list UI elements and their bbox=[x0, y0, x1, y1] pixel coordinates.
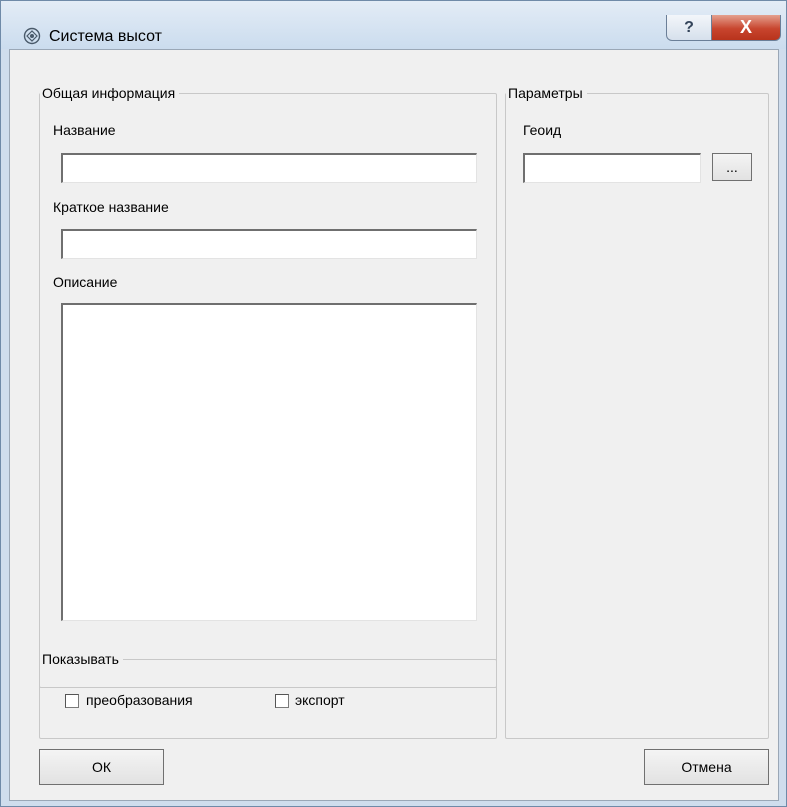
browse-label: ... bbox=[726, 159, 738, 175]
ok-button-label: ОК bbox=[91, 759, 112, 775]
geoid-label: Геоид bbox=[523, 122, 562, 138]
export-checkbox[interactable] bbox=[275, 694, 289, 708]
name-label: Название bbox=[53, 122, 116, 138]
geoid-input[interactable] bbox=[523, 153, 701, 183]
description-label: Описание bbox=[53, 274, 118, 290]
close-icon: X bbox=[739, 17, 752, 37]
short-name-label: Краткое название bbox=[53, 199, 169, 215]
general-info-legend: Общая информация bbox=[40, 84, 180, 102]
window-title: Система высот bbox=[49, 28, 162, 45]
dialog-body: Общая информация Название Краткое назван… bbox=[9, 49, 779, 801]
geoid-browse-button[interactable]: ... bbox=[712, 153, 752, 181]
cancel-button-label: Отмена bbox=[681, 759, 732, 775]
transform-checkbox-label[interactable]: преобразования bbox=[86, 692, 193, 708]
cancel-button[interactable]: Отмена bbox=[644, 749, 769, 785]
help-button[interactable]: ? bbox=[666, 15, 712, 41]
short-name-input[interactable] bbox=[61, 229, 477, 259]
close-button[interactable]: X bbox=[711, 15, 781, 41]
transform-checkbox[interactable] bbox=[65, 694, 79, 708]
help-icon: ? bbox=[684, 18, 694, 36]
export-checkbox-label[interactable]: экспорт bbox=[295, 692, 345, 708]
app-icon bbox=[23, 27, 41, 45]
show-legend: Показывать bbox=[40, 650, 123, 668]
description-textarea[interactable] bbox=[61, 303, 477, 621]
parameters-group: Параметры bbox=[505, 84, 769, 739]
ok-button[interactable]: ОК bbox=[39, 749, 164, 785]
parameters-legend: Параметры bbox=[506, 84, 587, 102]
title-bar[interactable]: Система высот ? X bbox=[1, 1, 786, 49]
name-input[interactable] bbox=[61, 153, 477, 183]
dialog-window: Система высот ? X Общая информация Назва… bbox=[0, 0, 787, 807]
